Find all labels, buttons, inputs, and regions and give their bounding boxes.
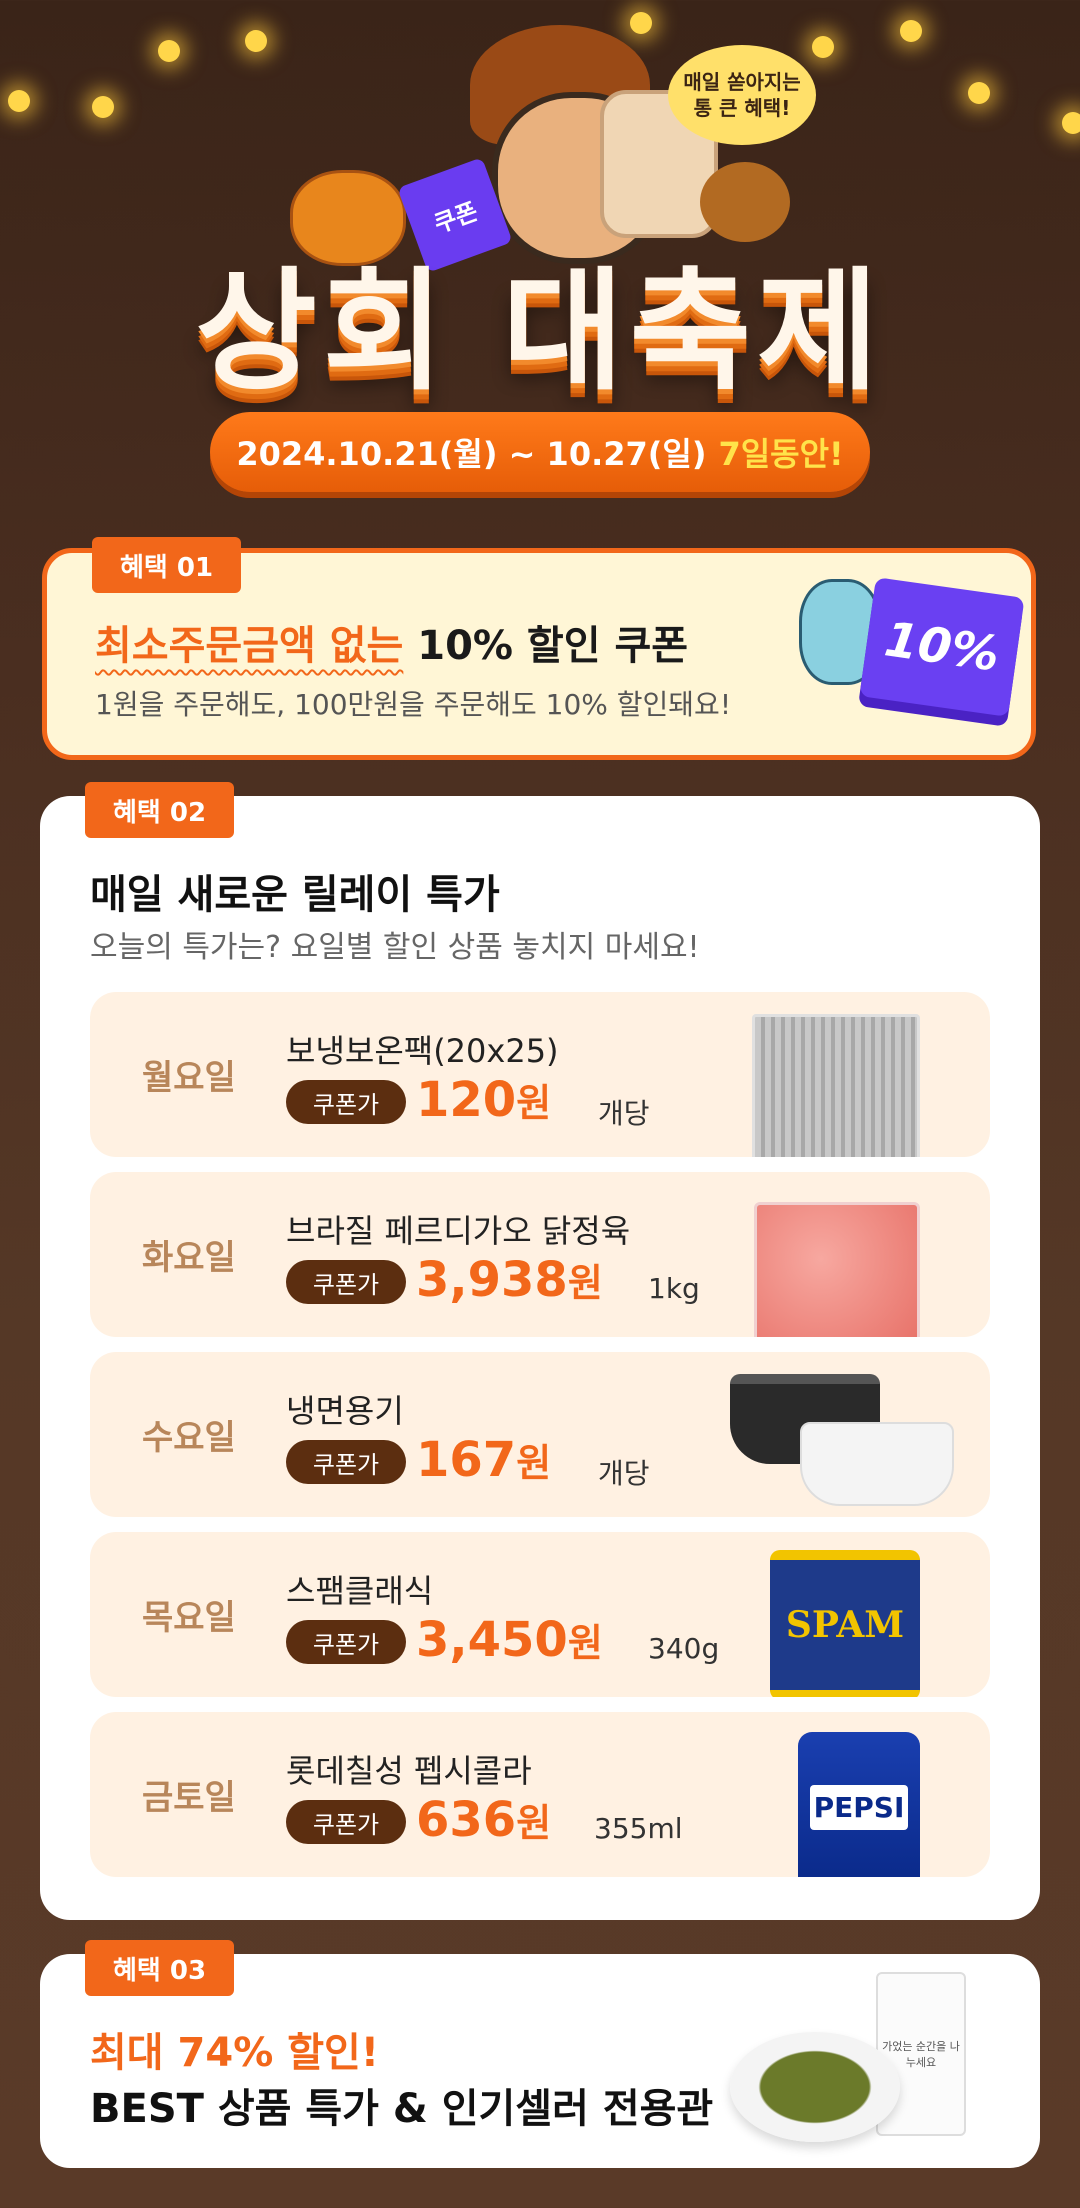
light-bulb-icon — [968, 82, 990, 104]
deal-price-value: 167 — [416, 1432, 517, 1488]
light-bulb-icon — [812, 36, 834, 58]
discount-ticket-icon: 10% — [859, 577, 1025, 717]
deal-product-name: 브라질 페르디가오 닭정육 — [286, 1212, 631, 1250]
pepsi-can-image: PEPSI — [798, 1732, 920, 1877]
deal-price: 636원 — [416, 1792, 551, 1848]
coupon-price-badge: 쿠폰가 — [286, 1800, 406, 1844]
benefit2-title: 매일 새로운 릴레이 특가 — [90, 872, 500, 918]
deal-product-name: 보냉보온팩(20x25) — [286, 1032, 559, 1070]
deal-unit: 개당 — [598, 1097, 650, 1130]
deal-price-value: 3,938 — [416, 1252, 568, 1308]
deal-row-tuesday[interactable]: 화요일 브라질 페르디가오 닭정육 쿠폰가 3,938원 1kg — [90, 1172, 990, 1337]
deal-price: 3,450원 — [416, 1612, 603, 1668]
benefit1-coupon-card[interactable]: 혜택 01 최소주문금액 없는 10% 할인 쿠폰 1원을 주문해도, 100만… — [42, 537, 1036, 760]
deal-day: 월요일 — [142, 1058, 236, 1098]
deal-price-value: 636 — [416, 1792, 517, 1848]
date-range-pill: 2024.10.21(월) ~ 10.27(일) 7일동안! — [210, 412, 870, 492]
deal-unit: 355ml — [594, 1812, 683, 1845]
hero-banner: 쿠폰 매일 쏟아지는 통 큰 혜택! 상회 대축제 2024.10.21(월) … — [0, 0, 1080, 520]
date-highlight: 7일동안! — [718, 435, 844, 473]
side-dish-bowl-image — [730, 2032, 900, 2142]
noodle-bowl-image — [730, 1364, 954, 1509]
spam-can-image: SPAM — [770, 1550, 920, 1697]
coupon-price-badge: 쿠폰가 — [286, 1260, 406, 1304]
benefit2-relay-deals-card: 혜택 02 매일 새로운 릴레이 특가 오늘의 특가는? 요일별 할인 상품 놓… — [40, 782, 1040, 1920]
deal-product-name: 롯데칠성 펩시콜라 — [286, 1752, 532, 1790]
deal-unit: 340g — [648, 1632, 720, 1665]
benefit3-subheadline: BEST 상품 특가 & 인기셀러 전용관 — [90, 2086, 714, 2132]
light-bulb-icon — [92, 96, 114, 118]
currency-unit: 원 — [516, 1801, 552, 1845]
currency-unit: 원 — [567, 1621, 603, 1665]
speech-bubble: 매일 쏟아지는 통 큰 혜택! — [668, 45, 816, 145]
deal-product-name: 냉면용기 — [286, 1392, 404, 1430]
deal-row-weekend[interactable]: 금토일 롯데칠성 펩시콜라 쿠폰가 636원 355ml PEPSI — [90, 1712, 990, 1877]
light-bulb-icon — [630, 12, 652, 34]
benefit1-tag: 혜택 01 — [92, 537, 242, 593]
currency-unit: 원 — [516, 1081, 552, 1125]
currency-unit: 원 — [567, 1261, 603, 1305]
deal-unit: 1kg — [648, 1272, 700, 1305]
deal-price: 3,938원 — [416, 1252, 603, 1308]
deal-row-thursday[interactable]: 목요일 스팸클래식 쿠폰가 3,450원 340g SPAM — [90, 1532, 990, 1697]
bubble-text: 매일 쏟아지는 — [683, 70, 801, 94]
deal-day: 수요일 — [142, 1418, 236, 1458]
deal-product-name: 스팸클래식 — [286, 1572, 434, 1610]
insulated-pack-image — [752, 1014, 920, 1157]
benefit1-headline-highlight: 최소주문금액 없는 — [95, 623, 404, 669]
chicken-pack-image — [754, 1202, 920, 1337]
light-bulb-icon — [1062, 112, 1080, 134]
benefit1-subtitle: 1원을 주문해도, 100만원을 주문해도 10% 할인돼요! — [95, 688, 732, 721]
benefit1-headline: 최소주문금액 없는 10% 할인 쿠폰 — [95, 613, 688, 671]
light-bulb-icon — [8, 90, 30, 112]
currency-unit: 원 — [516, 1441, 552, 1485]
benefit2-subtitle: 오늘의 특가는? 요일별 할인 상품 놓치지 마세요! — [90, 930, 700, 965]
benefit3-tag: 혜택 03 — [85, 1940, 235, 1996]
deal-price-value: 120 — [416, 1072, 517, 1128]
benefit3-best-deals-card[interactable]: 혜택 03 최대 74% 할인! BEST 상품 특가 & 인기셀러 전용관 가… — [40, 1940, 1040, 2168]
spam-label: SPAM — [785, 1604, 905, 1646]
deal-day: 화요일 — [142, 1238, 236, 1278]
deal-day: 금토일 — [142, 1778, 236, 1818]
bubble-text: 통 큰 혜택! — [693, 96, 791, 120]
coupon-price-badge: 쿠폰가 — [286, 1080, 406, 1124]
deal-price: 167원 — [416, 1432, 551, 1488]
coupon-price-badge: 쿠폰가 — [286, 1440, 406, 1484]
benefit2-tag: 혜택 02 — [85, 782, 235, 838]
deal-unit: 개당 — [598, 1457, 650, 1490]
deal-price: 120원 — [416, 1072, 551, 1128]
white-bowl — [800, 1422, 954, 1506]
light-bulb-icon — [900, 20, 922, 42]
pepsi-label: PEPSI — [809, 1784, 909, 1830]
coupon-price-badge: 쿠폰가 — [286, 1620, 406, 1664]
deal-price-value: 3,450 — [416, 1612, 568, 1668]
deal-row-monday[interactable]: 월요일 보냉보온팩(20x25) 쿠폰가 120원 개당 — [90, 992, 990, 1157]
benefit1-headline-rest: 10% 할인 쿠폰 — [417, 623, 689, 669]
benefit3-headline: 최대 74% 할인! — [90, 2030, 380, 2076]
deal-row-wednesday[interactable]: 수요일 냉면용기 쿠폰가 167원 개당 — [90, 1352, 990, 1517]
page-title: 상회 대축제 — [195, 255, 885, 409]
date-range-text: 2024.10.21(월) ~ 10.27(일) — [236, 435, 707, 473]
light-bulb-icon — [158, 40, 180, 62]
deal-day: 목요일 — [142, 1598, 236, 1638]
light-bulb-icon — [245, 30, 267, 52]
